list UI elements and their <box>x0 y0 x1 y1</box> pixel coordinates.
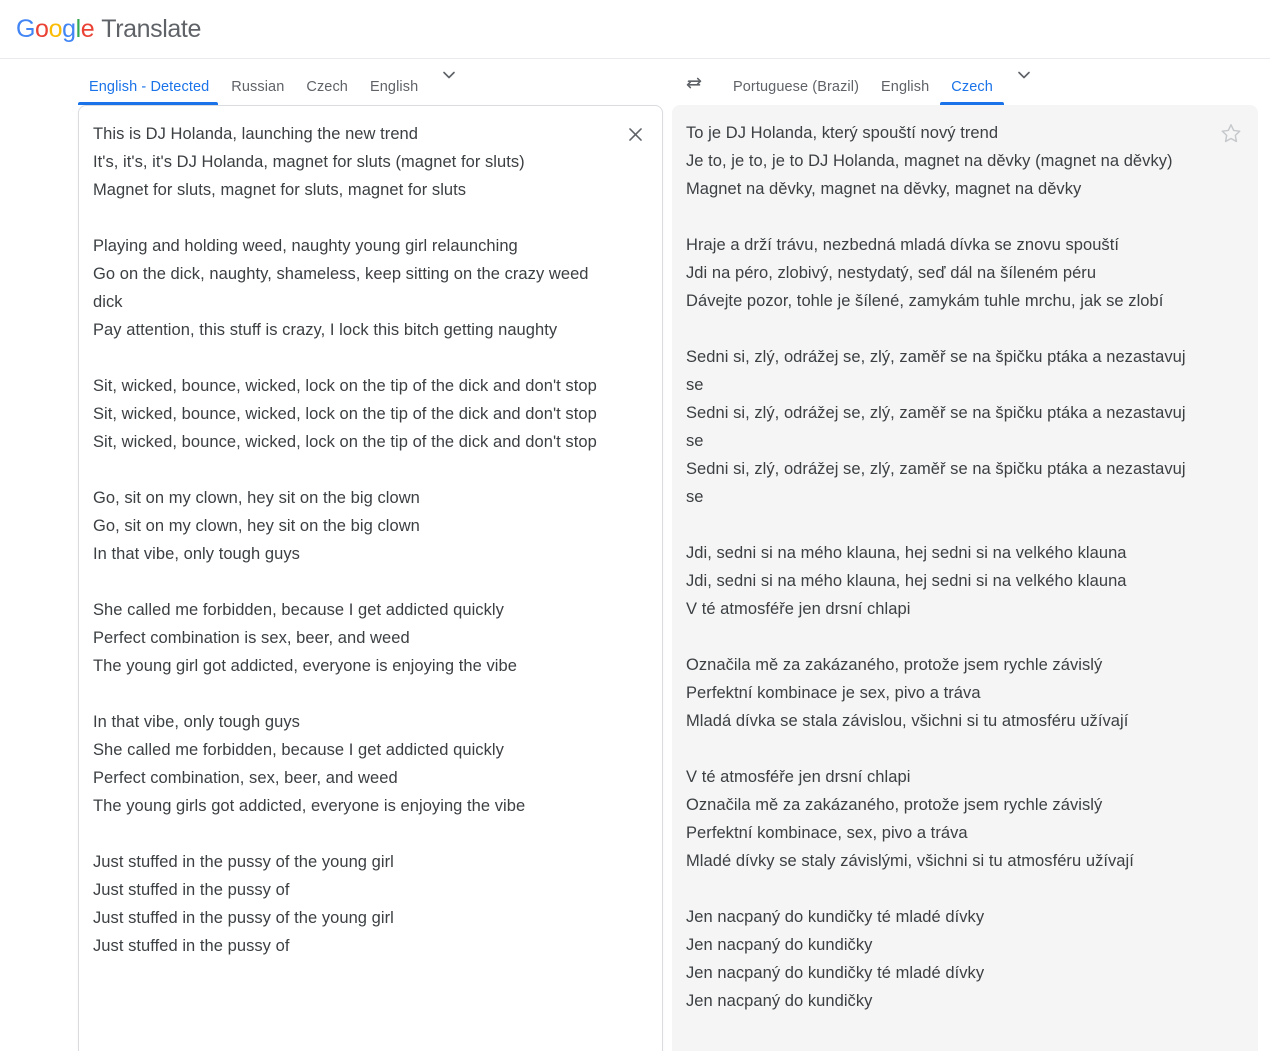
logo-letter-g2: g <box>62 14 76 43</box>
logo-letter-o2: o <box>48 14 63 43</box>
target-column: Portuguese (Brazil) English Czech To je … <box>672 59 1270 1051</box>
target-tab-portuguese-brazil[interactable]: Portuguese (Brazil) <box>722 78 870 106</box>
logo-letter-o1: o <box>35 14 49 43</box>
source-column: English - Detected Russian Czech English <box>0 59 672 1051</box>
source-tab-label: English <box>369 78 419 95</box>
target-language-bar: Portuguese (Brazil) English Czech <box>672 59 1270 105</box>
source-tab-label: English - Detected <box>89 78 210 95</box>
swap-languages-button[interactable] <box>672 61 716 105</box>
source-tab-english-detected[interactable]: English - Detected <box>78 78 220 106</box>
translate-workspace: English - Detected Russian Czech English <box>0 59 1270 1051</box>
product-name: Translate <box>101 14 201 43</box>
target-tab-label: English <box>881 78 930 95</box>
source-more-languages-button[interactable] <box>429 59 469 105</box>
translated-text: To je DJ Holanda, který spouští nový tre… <box>686 124 1186 1010</box>
source-tab-label: Russian <box>231 78 285 95</box>
source-tab-label: Czech <box>306 78 348 95</box>
google-translate-logo[interactable]: Google Translate <box>16 14 201 43</box>
source-language-tabs: English - Detected Russian Czech English <box>78 59 429 105</box>
clear-source-button[interactable] <box>618 117 652 151</box>
source-tab-czech[interactable]: Czech <box>295 78 359 106</box>
source-text-pane[interactable]: This is DJ Holanda, launching the new tr… <box>78 105 663 1051</box>
star-outline-icon <box>1220 122 1242 144</box>
target-tab-english[interactable]: English <box>870 78 940 106</box>
target-more-languages-button[interactable] <box>1004 59 1044 105</box>
logo-letter-e: e <box>80 14 95 43</box>
source-tab-english[interactable]: English <box>359 78 429 106</box>
target-text-pane: To je DJ Holanda, který spouští nový tre… <box>672 105 1258 1051</box>
source-tab-russian[interactable]: Russian <box>220 78 295 106</box>
chevron-down-icon <box>439 65 459 90</box>
target-tab-label: Portuguese (Brazil) <box>733 78 860 95</box>
source-text[interactable]: This is DJ Holanda, launching the new tr… <box>79 106 662 960</box>
logo-letter-g1: G <box>16 14 36 43</box>
save-translation-button[interactable] <box>1214 116 1248 150</box>
close-icon <box>626 125 645 144</box>
target-tab-czech[interactable]: Czech <box>940 78 1004 106</box>
swap-languages-icon <box>683 72 705 94</box>
target-language-tabs: Portuguese (Brazil) English Czech <box>722 59 1004 105</box>
source-language-bar: English - Detected Russian Czech English <box>0 59 672 105</box>
target-tab-label: Czech <box>951 78 993 95</box>
app-header: Google Translate <box>0 0 1270 59</box>
chevron-down-icon <box>1014 65 1034 90</box>
